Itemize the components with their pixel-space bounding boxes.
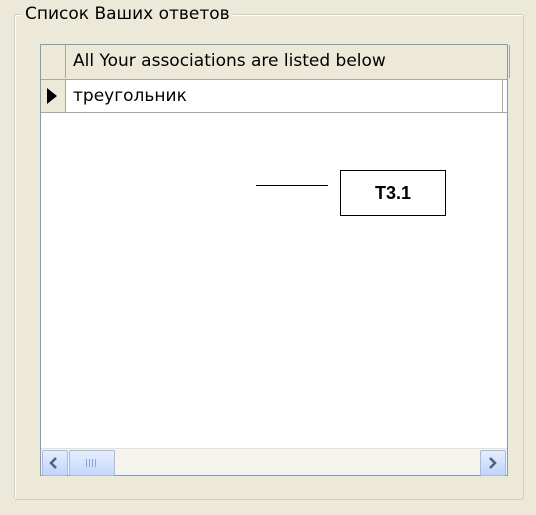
table-row[interactable]: треугольник: [41, 80, 507, 113]
scroll-right-button[interactable]: [480, 450, 506, 476]
associations-grid[interactable]: All Your associations are listed below т…: [40, 44, 510, 476]
associations-panel: Список Ваших ответов All Your associatio…: [0, 0, 536, 515]
current-row-arrow-icon: [47, 88, 57, 104]
header-corner-cell[interactable]: [41, 45, 66, 78]
scroll-thumb-grip: [86, 459, 98, 467]
column-header-associations[interactable]: All Your associations are listed below: [66, 45, 510, 78]
arrow-left-icon: [49, 457, 57, 469]
callout-line: [256, 185, 328, 186]
groupbox-title: Список Ваших ответов: [22, 4, 233, 24]
row-cell-divider: [502, 80, 503, 112]
horizontal-scrollbar[interactable]: [41, 448, 507, 476]
association-cell[interactable]: треугольник: [66, 80, 509, 112]
scroll-thumb[interactable]: [69, 450, 115, 476]
arrow-right-icon: [489, 457, 497, 469]
scroll-left-button[interactable]: [42, 450, 68, 476]
grid-header: All Your associations are listed below: [41, 45, 510, 80]
callout-label: T3.1: [340, 170, 446, 216]
row-selector[interactable]: [41, 80, 66, 112]
